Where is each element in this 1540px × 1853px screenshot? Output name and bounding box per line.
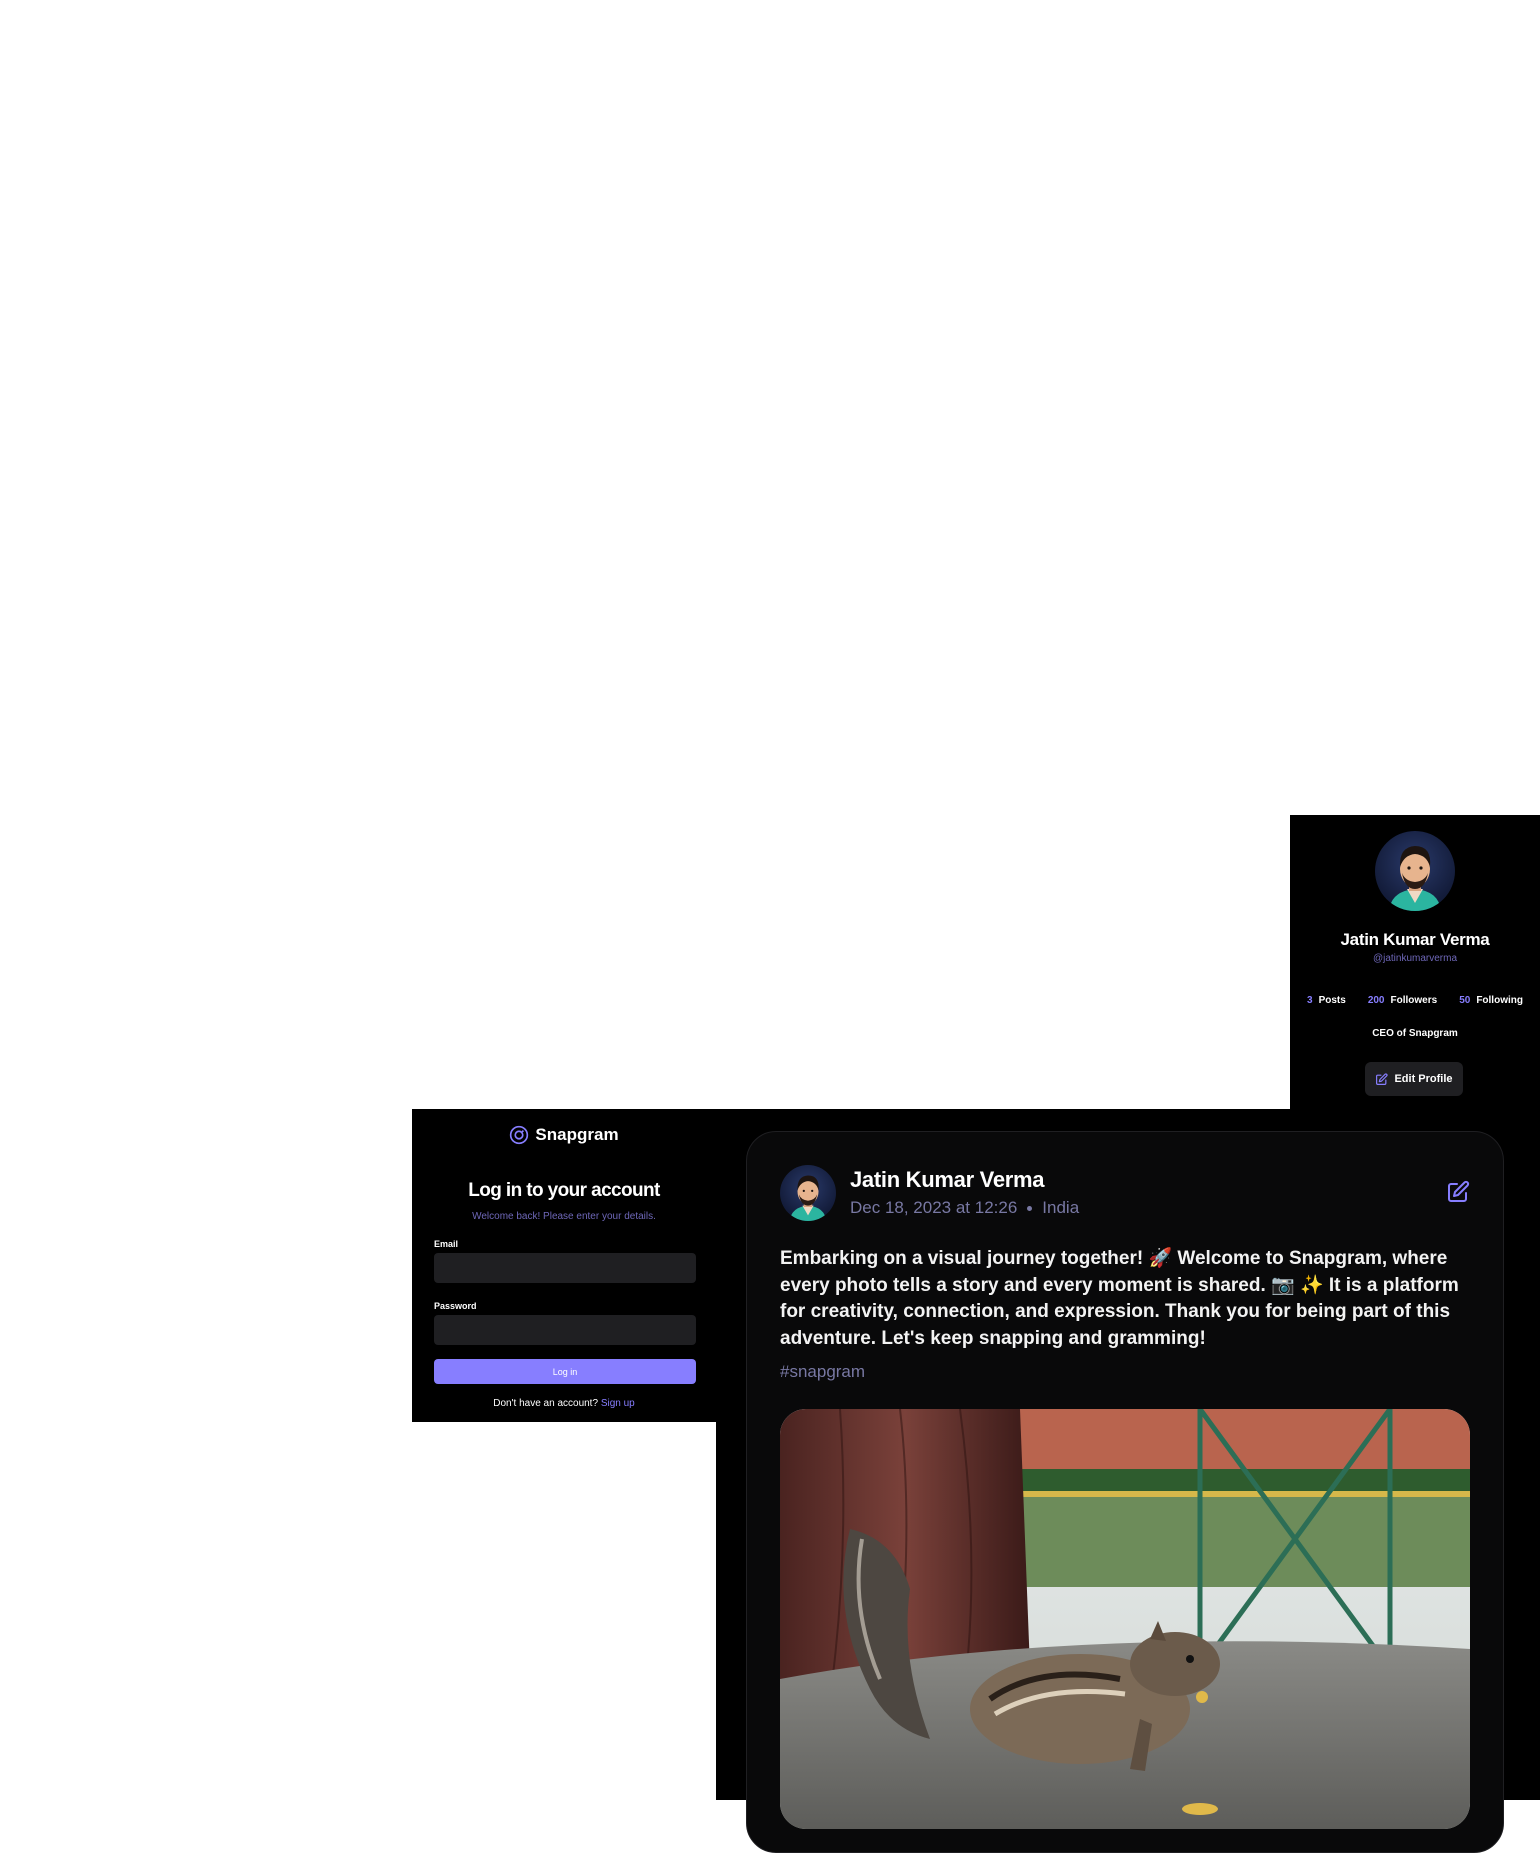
signup-link[interactable]: Sign up xyxy=(601,1398,635,1409)
stat-followers-label: Followers xyxy=(1390,995,1438,1006)
edit-profile-button[interactable]: Edit Profile xyxy=(1365,1062,1463,1096)
post-author-name[interactable]: Jatin Kumar Verma xyxy=(850,1167,1045,1193)
profile-panel: Jatin Kumar Verma @jatinkumarverma 3 Post… xyxy=(1290,815,1540,1110)
meta-separator-dot xyxy=(1027,1205,1033,1211)
squirrel-photo xyxy=(780,1409,1470,1829)
profile-avatar[interactable] xyxy=(1375,831,1455,911)
login-title: Log in to your account xyxy=(468,1180,660,1201)
profile-stats: 3 Posts 200 Followers 50 Following xyxy=(1290,995,1540,1006)
profile-bio: CEO of Snapgram xyxy=(1372,1028,1458,1039)
email-field[interactable] xyxy=(434,1253,696,1283)
post-image[interactable] xyxy=(780,1409,1470,1829)
brand-name: Snapgram xyxy=(535,1125,619,1144)
post-caption: Embarking on a visual journey together! … xyxy=(780,1248,1459,1349)
edit-icon xyxy=(1448,1180,1470,1202)
email-label: Email xyxy=(434,1239,459,1249)
post-card: Jatin Kumar Verma Dec 18, 2023 at 12:26 … xyxy=(746,1131,1504,1853)
stat-posts-label: Posts xyxy=(1318,995,1346,1006)
avatar-illustration xyxy=(789,1175,827,1221)
login-panel: Snapgram Log in to your account Welcome … xyxy=(412,1109,716,1422)
post-hashtag[interactable]: #snapgram xyxy=(780,1362,865,1382)
signup-line: Don't have an account? Sign up xyxy=(412,1398,716,1409)
stat-following[interactable]: 50 Following xyxy=(1459,995,1523,1006)
edit-profile-label: Edit Profile xyxy=(1394,1073,1453,1085)
stat-followers[interactable]: 200 Followers xyxy=(1368,995,1437,1006)
stat-followers-value: 200 xyxy=(1367,995,1385,1006)
signup-prompt: Don't have an account? xyxy=(493,1398,599,1409)
stat-following-value: 50 xyxy=(1459,995,1471,1006)
login-logo: Snapgram xyxy=(412,1125,716,1145)
stat-following-label: Following xyxy=(1476,995,1523,1006)
snapgram-logo-icon xyxy=(510,1125,529,1145)
login-subtitle: Welcome back! Please enter your details. xyxy=(472,1211,656,1222)
profile-name: Jatin Kumar Verma xyxy=(1340,930,1490,949)
post-location: India xyxy=(1042,1198,1080,1217)
password-field[interactable] xyxy=(434,1315,696,1345)
stat-posts[interactable]: 3 Posts xyxy=(1307,995,1346,1006)
stat-posts-value: 3 xyxy=(1307,995,1313,1006)
profile-handle: @jatinkumarverma xyxy=(1372,953,1458,964)
edit-icon xyxy=(1376,1072,1389,1085)
post-author-avatar[interactable] xyxy=(780,1165,836,1221)
post-edit-button[interactable] xyxy=(1446,1180,1470,1209)
post-meta: Dec 18, 2023 at 12:26 India xyxy=(850,1198,1079,1218)
avatar-illustration xyxy=(1389,846,1441,911)
post-date: Dec 18, 2023 at 12:26 xyxy=(850,1198,1018,1217)
password-label: Password xyxy=(434,1301,477,1311)
login-button[interactable]: Log in xyxy=(434,1359,696,1384)
